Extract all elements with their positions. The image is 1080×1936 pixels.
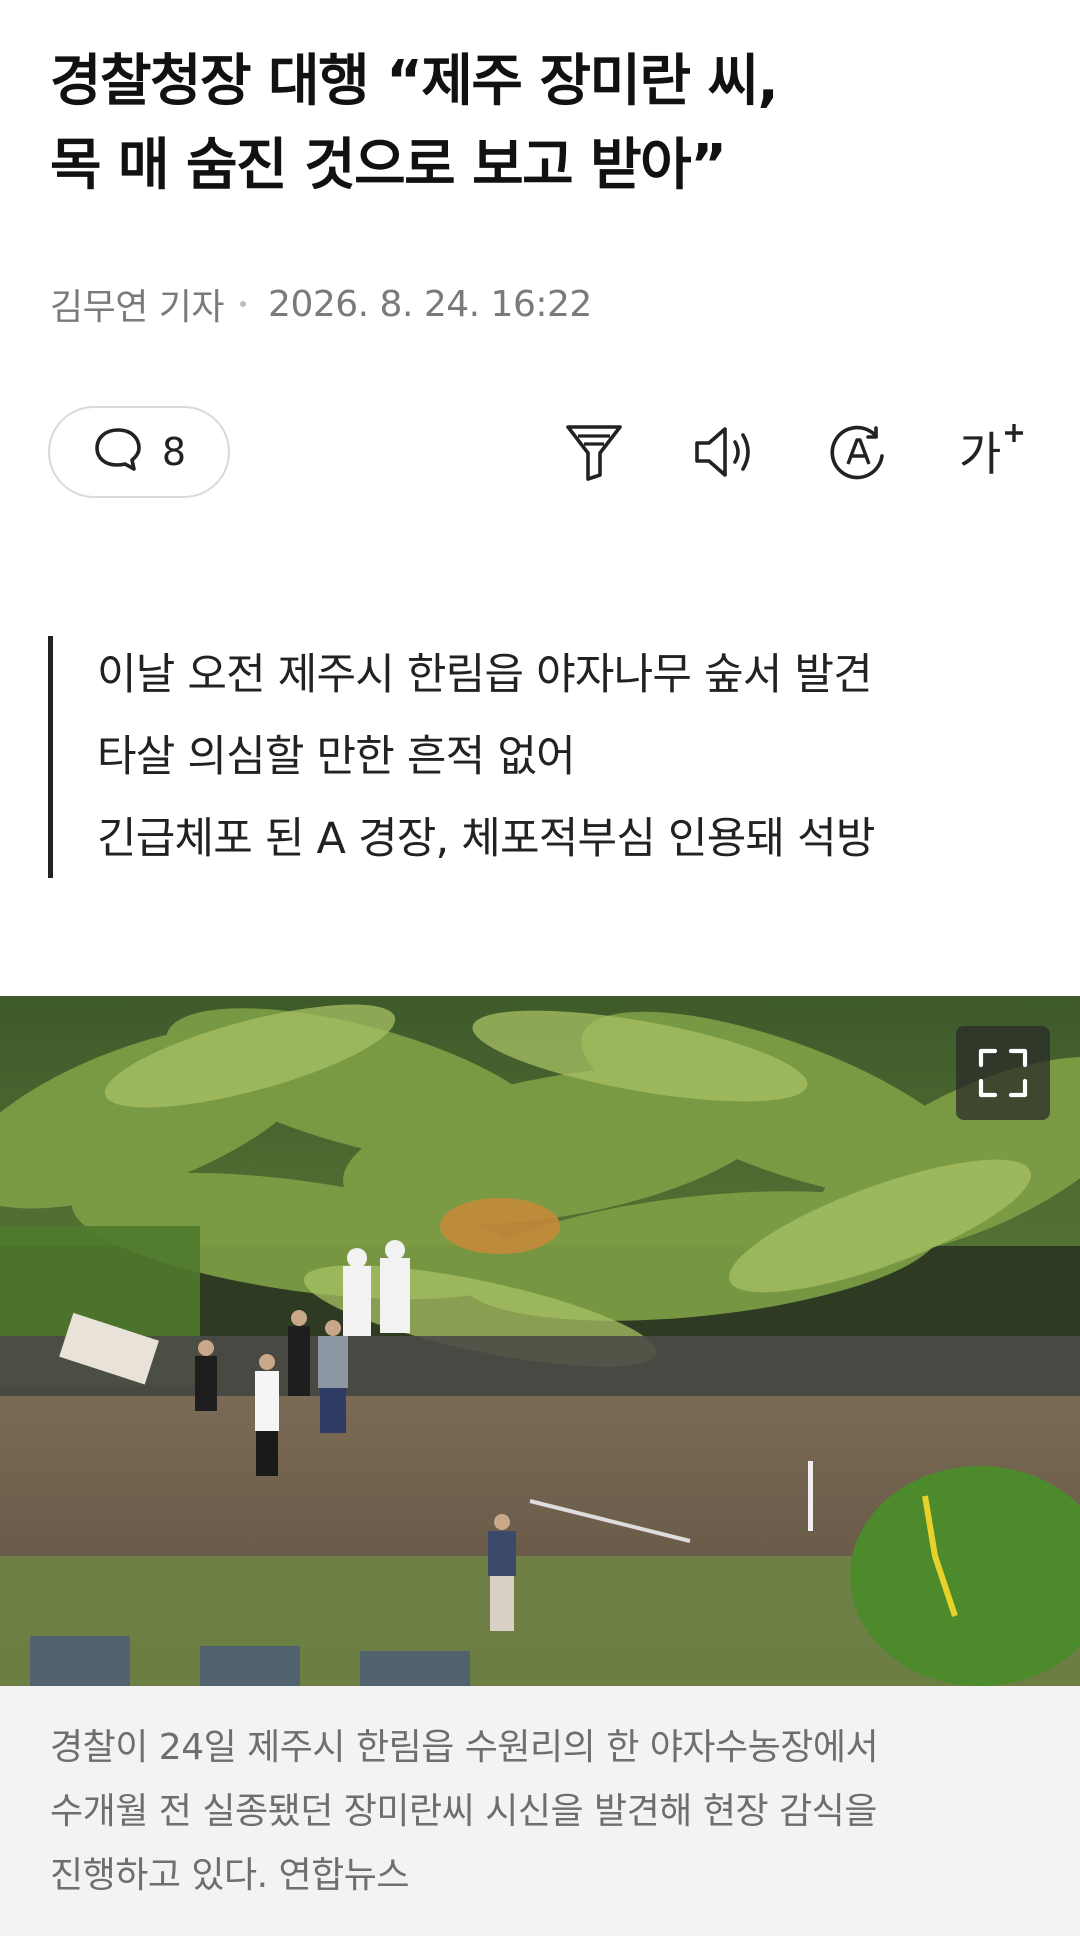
article-toolbar: 8 가 xyxy=(48,406,1032,502)
article-photo[interactable] xyxy=(0,996,1080,1686)
summary-line: 타살 의심할 만한 흔적 없어 xyxy=(97,732,576,782)
byline-separator xyxy=(240,301,247,307)
filter-icon xyxy=(564,421,624,487)
byline: 김무연 기자 2026. 8. 24. 16:22 xyxy=(50,278,592,330)
photo-image xyxy=(0,996,1080,1686)
filter-button[interactable] xyxy=(556,416,632,492)
comment-icon xyxy=(92,425,144,479)
comment-button[interactable]: 8 xyxy=(48,406,230,498)
caption-line: 수개월 전 실종됐던 장미란씨 시신을 발견해 현장 감식을 xyxy=(50,1791,877,1832)
translate-button[interactable] xyxy=(820,416,896,492)
summary-line: 긴급체포 된 A 경장, 체포적부심 인용돼 석방 xyxy=(97,814,875,864)
translate-icon xyxy=(826,420,890,488)
comment-count: 8 xyxy=(161,430,187,474)
article-summary: 이날 오전 제주시 한림읍 야자나무 숲서 발견 타살 의심할 만한 흔적 없어… xyxy=(48,636,1038,878)
expand-button[interactable] xyxy=(956,1026,1050,1120)
font-size-icon: 가 xyxy=(955,422,1025,486)
speaker-icon xyxy=(691,421,761,487)
font-size-button[interactable]: 가 xyxy=(952,416,1028,492)
font-size-label: 가 xyxy=(959,427,1002,481)
publish-timestamp: 2026. 8. 24. 16:22 xyxy=(268,283,592,325)
caption-line: 진행하고 있다. 연합뉴스 xyxy=(50,1855,410,1896)
read-aloud-button[interactable] xyxy=(688,416,764,492)
photo-caption: 경찰이 24일 제주시 한림읍 수원리의 한 야자수농장에서 수개월 전 실종됐… xyxy=(50,1716,1040,1908)
photo-caption-area: 경찰이 24일 제주시 한림읍 수원리의 한 야자수농장에서 수개월 전 실종됐… xyxy=(0,1686,1080,1936)
article-headline: 경찰청장 대행 “제주 장미란 씨, 목 매 숨진 것으로 보고 받아” xyxy=(50,40,1040,208)
summary-line: 이날 오전 제주시 한림읍 야자나무 숲서 발견 xyxy=(97,650,873,700)
caption-line: 경찰이 24일 제주시 한림읍 수원리의 한 야자수농장에서 xyxy=(50,1727,879,1768)
expand-icon xyxy=(977,1047,1029,1099)
author-name[interactable]: 김무연 기자 xyxy=(50,278,225,330)
headline-line: 목 매 숨진 것으로 보고 받아” xyxy=(50,133,727,198)
headline-line: 경찰청장 대행 “제주 장미란 씨, xyxy=(50,49,779,114)
